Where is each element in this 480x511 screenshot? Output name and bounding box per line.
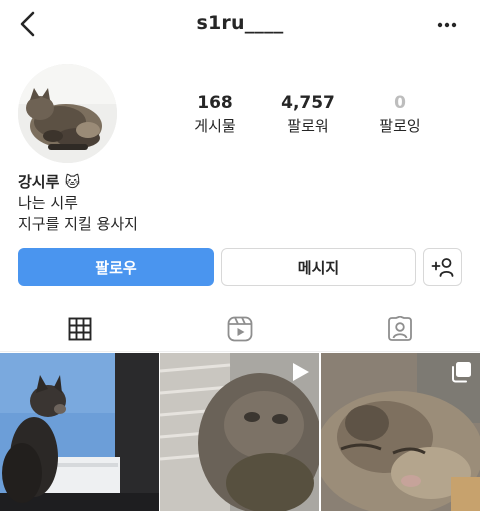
carousel-icon <box>452 362 471 383</box>
display-name: 강시루 🐱 <box>18 173 81 191</box>
cat-photo <box>0 353 159 511</box>
followers-count-value: 4,757 <box>281 93 335 113</box>
post-thumbnail[interactable] <box>160 353 319 511</box>
tabs-divider <box>0 351 480 352</box>
tab-reels[interactable] <box>160 306 320 352</box>
followers-count[interactable]: 4,757 팔로워 <box>263 92 353 137</box>
bio-line: 지구를 지킬 용사지 <box>18 215 138 233</box>
suggested-users-button[interactable] <box>423 248 462 286</box>
post-thumbnail[interactable] <box>321 353 480 511</box>
message-button[interactable]: 메시지 <box>221 248 416 286</box>
top-bar: s1ru____ <box>0 0 480 50</box>
cat-photo <box>18 64 117 163</box>
bio-line: 나는 시루 <box>18 194 78 212</box>
profile-avatar[interactable] <box>18 64 117 163</box>
add-user-icon <box>431 258 453 277</box>
grid-icon <box>68 317 92 340</box>
post-thumbnail[interactable] <box>0 353 159 511</box>
following-count-label: 팔로잉 <box>379 117 421 135</box>
profile-tabs <box>0 306 480 352</box>
profile-username: s1ru____ <box>196 12 284 34</box>
posts-count[interactable]: 168 게시물 <box>170 92 260 137</box>
posts-count-value: 168 <box>197 93 233 113</box>
profile-bio: 강시루 🐱 나는 시루 지구를 지킬 용사지 <box>18 172 138 235</box>
follow-button[interactable]: 팔로우 <box>18 248 214 286</box>
posts-count-label: 게시물 <box>194 117 236 135</box>
tagged-icon <box>388 316 412 341</box>
more-options-button[interactable] <box>432 14 462 36</box>
reels-icon <box>227 316 253 342</box>
following-count[interactable]: 0 팔로잉 <box>355 92 445 137</box>
play-icon <box>293 363 309 381</box>
following-count-value: 0 <box>394 93 406 113</box>
followers-count-label: 팔로워 <box>287 117 329 135</box>
more-horizontal-icon <box>437 22 457 28</box>
tab-tagged[interactable] <box>320 306 480 352</box>
posts-grid <box>0 353 480 511</box>
tab-posts-grid[interactable] <box>0 306 160 352</box>
